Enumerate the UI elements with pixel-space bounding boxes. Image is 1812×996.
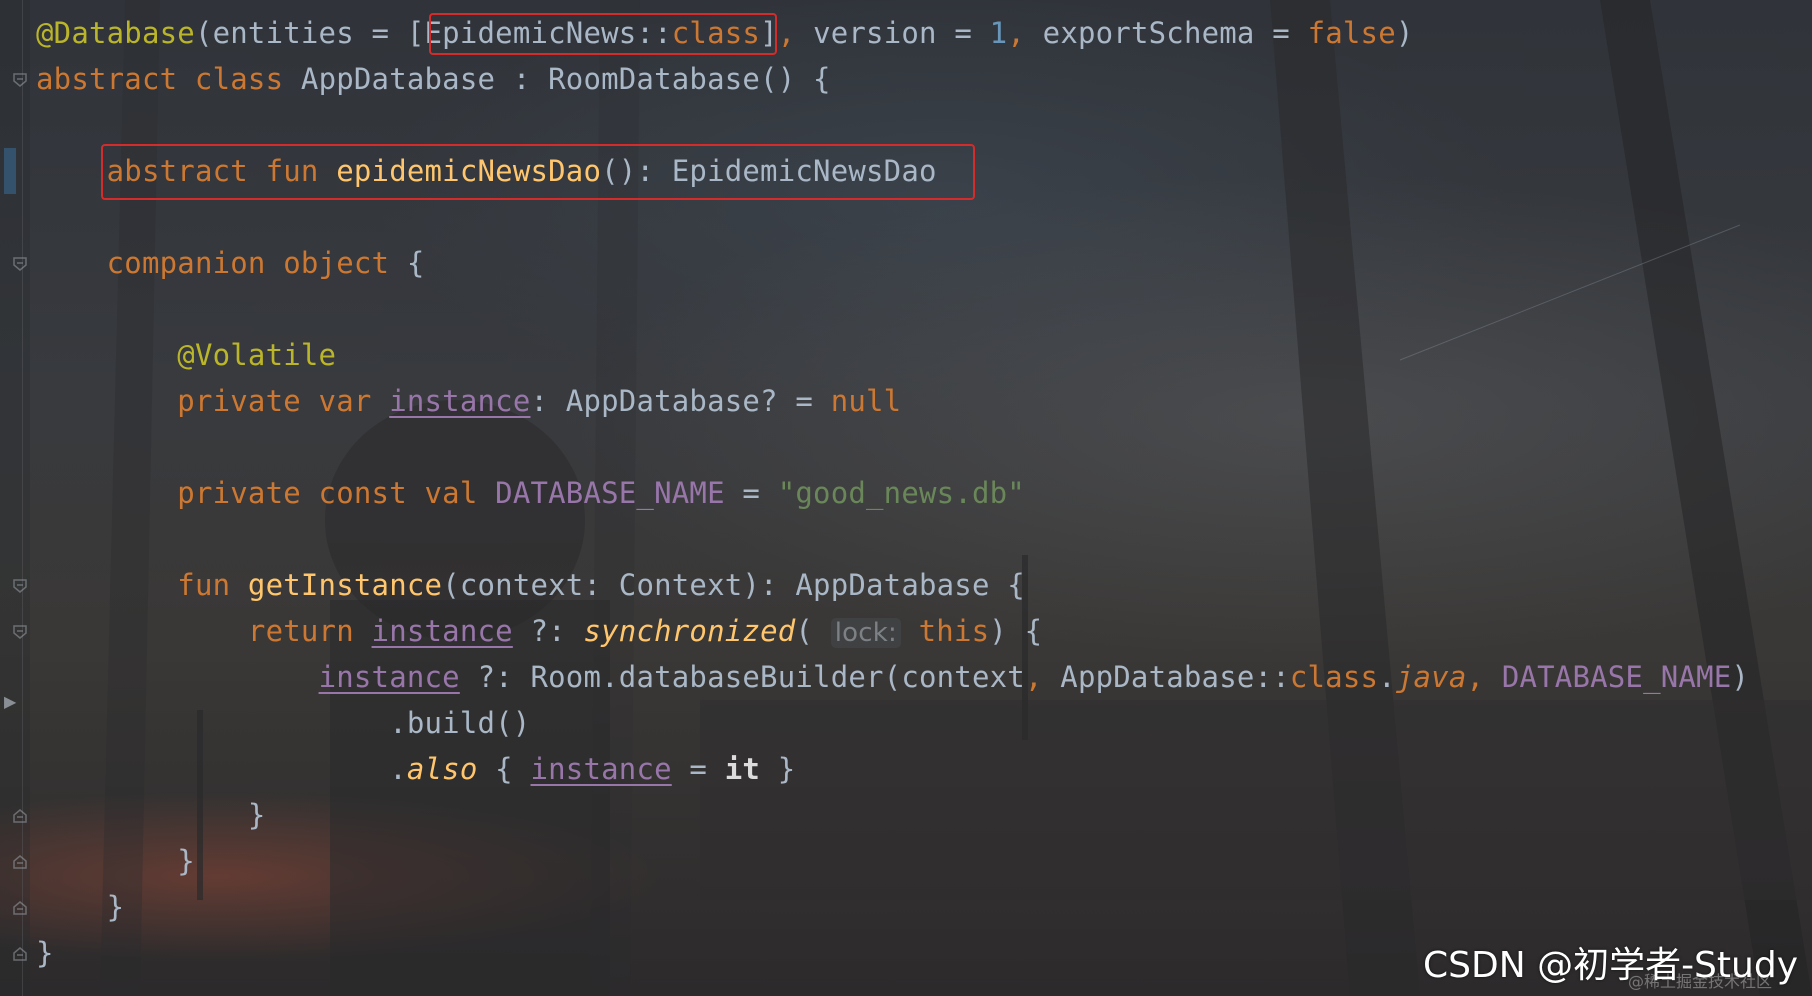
fold-close-icon[interactable] [12, 854, 28, 870]
fold-open-icon[interactable] [12, 624, 28, 640]
code-token: } [760, 752, 796, 786]
code-token: DATABASE_NAME [1501, 660, 1732, 694]
code-line[interactable]: fun getInstance(context: Context): AppDa… [36, 562, 1025, 608]
code-token: java [1395, 660, 1467, 694]
code-token: this [918, 614, 990, 648]
code-token: } [36, 936, 54, 970]
code-token: = [724, 476, 778, 510]
code-token: synchronized [583, 614, 796, 648]
code-token: ?: [512, 614, 584, 648]
code-token: lock: [830, 618, 901, 648]
code-token: abstract class [36, 62, 301, 96]
code-token: . [1378, 660, 1396, 694]
code-token: , [777, 16, 814, 50]
code-line[interactable]: abstract class AppDatabase : RoomDatabas… [36, 56, 831, 102]
code-token: instance [530, 752, 672, 786]
code-token: return [247, 614, 372, 648]
code-token: instance [371, 614, 513, 648]
code-token: exportSchema = [1042, 16, 1308, 50]
code-token: false [1307, 16, 1396, 50]
code-line[interactable]: } [36, 884, 124, 930]
code-line[interactable]: } [36, 838, 195, 884]
code-token: also [406, 752, 478, 786]
fold-open-icon[interactable] [12, 578, 28, 594]
code-token: , [1007, 16, 1043, 50]
code-token: it [724, 752, 761, 786]
run-gutter-icon[interactable]: ▶ [4, 692, 16, 711]
editor-gutter: ▶ [0, 0, 30, 996]
code-token: 1 [989, 16, 1008, 50]
code-token: fun [177, 568, 248, 602]
code-token: version = [813, 16, 990, 50]
code-token: ) { [989, 614, 1043, 648]
code-line[interactable]: return instance ?: synchronized( lock: t… [36, 608, 1042, 654]
code-token: private var [177, 384, 390, 418]
code-line[interactable]: @Volatile [36, 332, 336, 378]
code-token: instance [318, 660, 460, 694]
code-token: ) [1395, 16, 1414, 50]
code-line[interactable]: companion object { [36, 240, 425, 286]
code-token: : AppDatabase? = [530, 384, 831, 418]
code-token: AppDatabase:: [1060, 660, 1290, 694]
code-line[interactable]: .build() [36, 700, 530, 746]
code-line[interactable]: } [36, 792, 266, 838]
highlight-box-dao-method [101, 144, 975, 200]
code-token: ) [1731, 660, 1750, 694]
code-token: @Database [36, 16, 195, 50]
code-token: = [671, 752, 725, 786]
change-marker[interactable] [4, 148, 16, 194]
code-token: DATABASE_NAME [495, 476, 725, 510]
code-token: } [36, 798, 266, 832]
code-token: null [830, 384, 902, 418]
code-token: , [1466, 660, 1502, 694]
code-token: .build() [36, 706, 531, 740]
code-line[interactable]: instance ?: Room.databaseBuilder(context… [36, 654, 1749, 700]
code-token: instance [389, 384, 531, 418]
fold-open-icon[interactable] [12, 256, 28, 272]
code-token: class [1289, 660, 1379, 694]
code-token: (entities = [ [194, 16, 425, 50]
code-token: ( [795, 614, 831, 648]
fold-close-icon[interactable] [12, 900, 28, 916]
code-line[interactable]: .also { instance = it } [36, 746, 795, 792]
code-token: . [36, 752, 407, 786]
fold-close-icon[interactable] [12, 808, 28, 824]
code-line[interactable]: private var instance: AppDatabase? = nul… [36, 378, 901, 424]
code-token: { [477, 752, 531, 786]
code-token: private const val [177, 476, 496, 510]
code-token: (context: Context): AppDatabase { [442, 568, 1025, 602]
code-token: getInstance [247, 568, 443, 602]
code-token: { [406, 246, 425, 280]
code-token: ?: Room.databaseBuilder(context [459, 660, 1025, 694]
fold-open-icon[interactable] [12, 72, 28, 88]
code-token: companion object [106, 246, 407, 280]
fold-close-icon[interactable] [12, 946, 28, 962]
code-token: , [1024, 660, 1061, 694]
code-token: @Volatile [177, 338, 337, 372]
code-token: "good_news.db" [777, 476, 1025, 510]
code-line[interactable]: } [36, 930, 54, 976]
code-token: } [36, 890, 125, 924]
code-token: AppDatabase : RoomDatabase() { [300, 62, 831, 96]
juejin-watermark: @稀土掘金技术社区 [1627, 972, 1772, 991]
code-token: } [36, 844, 195, 878]
gutter-divider [22, 0, 23, 996]
highlight-box-entity-class [429, 13, 777, 55]
code-line[interactable]: private const val DATABASE_NAME = "good_… [36, 470, 1025, 516]
